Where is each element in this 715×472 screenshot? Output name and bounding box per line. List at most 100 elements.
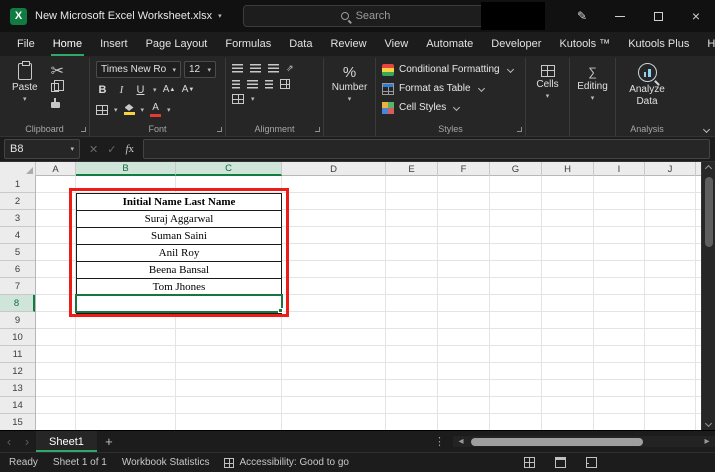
font-name-combo[interactable]: Times New Ro▾ xyxy=(96,61,181,78)
ribbon-tab-file[interactable]: File xyxy=(8,32,44,56)
close-button[interactable]: × xyxy=(677,0,715,32)
horizontal-scroll-thumb[interactable] xyxy=(471,438,643,446)
column-header-d[interactable]: D xyxy=(282,162,386,176)
horizontal-scrollbar[interactable]: ◂ ▸ xyxy=(453,436,715,447)
ribbon-tab-data[interactable]: Data xyxy=(280,32,321,56)
collapse-ribbon-icon[interactable] xyxy=(703,126,710,133)
cut-button[interactable]: ✂ xyxy=(51,64,64,77)
row-header-1[interactable]: 1 xyxy=(0,176,35,193)
analyze-data-button[interactable]: Analyze Data xyxy=(622,61,672,109)
sheet-options-icon[interactable]: ⋮ xyxy=(426,435,453,448)
row-header-9[interactable]: 9 xyxy=(0,312,35,329)
ribbon-tab-view[interactable]: View xyxy=(376,32,418,56)
row-header-4[interactable]: 4 xyxy=(0,227,35,244)
align-bottom-icon[interactable] xyxy=(268,64,279,73)
table-name-cell[interactable]: Beena Bansal xyxy=(77,262,281,279)
clipboard-dialog-launcher-icon[interactable] xyxy=(81,127,86,132)
underline-button[interactable]: U xyxy=(134,82,147,97)
next-sheet-icon[interactable]: › xyxy=(18,434,36,449)
enter-icon[interactable]: ✓ xyxy=(107,143,116,156)
name-box[interactable]: B8 ▾ xyxy=(4,139,80,159)
align-right-icon[interactable] xyxy=(265,80,273,89)
minimize-button[interactable] xyxy=(601,0,639,32)
sheet-tab-sheet1[interactable]: Sheet1 xyxy=(36,431,97,452)
wrap-text-icon[interactable] xyxy=(280,79,290,89)
page-break-view-icon[interactable] xyxy=(586,457,597,468)
row-header-7[interactable]: 7 xyxy=(0,278,35,295)
ribbon-tab-kutools[interactable]: Kutools ™ xyxy=(550,32,619,56)
column-header-a[interactable]: A xyxy=(36,162,76,176)
format-painter-button[interactable] xyxy=(51,98,64,111)
title-caret-icon[interactable]: ▾ xyxy=(218,12,222,20)
bold-button[interactable]: B xyxy=(96,82,109,97)
ribbon-tab-page-layout[interactable]: Page Layout xyxy=(137,32,217,56)
ribbon-tab-insert[interactable]: Insert xyxy=(91,32,137,56)
table-name-cell[interactable]: Anil Roy xyxy=(77,245,281,262)
cells-button[interactable]: Cells ▾ xyxy=(532,61,563,100)
row-header-8[interactable]: 8 xyxy=(0,295,35,312)
number-format-button[interactable]: % Number ▾ xyxy=(330,61,369,103)
align-left-icon[interactable] xyxy=(232,80,240,89)
format-as-table-button[interactable]: Format as Table xyxy=(382,80,519,97)
font-color-button[interactable]: A xyxy=(150,103,161,117)
align-center-icon[interactable] xyxy=(247,80,258,89)
paste-button[interactable]: Paste ▾ xyxy=(6,61,44,111)
increase-font-button[interactable]: A▲ xyxy=(163,82,176,97)
align-top-icon[interactable] xyxy=(232,64,243,73)
row-header-10[interactable]: 10 xyxy=(0,329,35,346)
copy-button[interactable] xyxy=(51,81,64,94)
row-header-3[interactable]: 3 xyxy=(0,210,35,227)
borders-icon[interactable] xyxy=(96,105,108,115)
formula-input[interactable] xyxy=(143,139,710,159)
cell-styles-button[interactable]: Cell Styles xyxy=(382,99,519,116)
alignment-dialog-launcher-icon[interactable] xyxy=(315,127,320,132)
ribbon-tab-developer[interactable]: Developer xyxy=(482,32,550,56)
table-header-cell[interactable]: Initial Name Last Name xyxy=(77,194,281,211)
borders-caret-icon[interactable]: ▾ xyxy=(114,106,118,114)
insert-function-icon[interactable]: fx xyxy=(125,143,134,155)
font-size-combo[interactable]: 12▾ xyxy=(184,61,216,78)
fill-handle[interactable] xyxy=(278,308,283,313)
row-header-5[interactable]: 5 xyxy=(0,244,35,261)
column-header-f[interactable]: F xyxy=(438,162,490,176)
normal-view-icon[interactable] xyxy=(524,457,535,468)
page-layout-view-icon[interactable] xyxy=(555,457,566,468)
column-header-c[interactable]: C xyxy=(176,162,282,176)
column-header-h[interactable]: H xyxy=(542,162,594,176)
table-name-cell[interactable]: Suraj Aggarwal xyxy=(77,211,281,228)
maximize-button[interactable] xyxy=(639,0,677,32)
column-header-i[interactable]: I xyxy=(594,162,645,176)
merge-caret-icon[interactable]: ▾ xyxy=(251,95,255,103)
row-header-12[interactable]: 12 xyxy=(0,363,35,380)
editing-button[interactable]: ∑ Editing ▾ xyxy=(576,61,609,102)
prev-sheet-icon[interactable]: ‹ xyxy=(0,434,18,449)
ribbon-tab-review[interactable]: Review xyxy=(321,32,375,56)
ribbon-tab-automate[interactable]: Automate xyxy=(417,32,482,56)
column-header-g[interactable]: G xyxy=(490,162,542,176)
font-dialog-launcher-icon[interactable] xyxy=(217,127,222,132)
row-header-14[interactable]: 14 xyxy=(0,397,35,414)
ribbon-tab-formulas[interactable]: Formulas xyxy=(216,32,280,56)
styles-dialog-launcher-icon[interactable] xyxy=(517,127,522,132)
vertical-scrollbar[interactable] xyxy=(701,162,715,430)
table-name-cell[interactable]: Suman Saini xyxy=(77,228,281,245)
ribbon-tab-help[interactable]: Help xyxy=(698,32,715,56)
scroll-right-icon[interactable]: ▸ xyxy=(699,436,715,447)
column-header-b[interactable]: B xyxy=(76,162,176,176)
conditional-formatting-button[interactable]: Conditional Formatting xyxy=(382,61,519,78)
search-box[interactable]: Search xyxy=(243,5,488,27)
row-header-11[interactable]: 11 xyxy=(0,346,35,363)
orientation-icon[interactable]: ⇗ xyxy=(286,63,294,74)
ribbon-tab-kutools-plus[interactable]: Kutools Plus xyxy=(619,32,698,56)
scroll-left-icon[interactable]: ◂ xyxy=(453,436,469,447)
scroll-down-icon[interactable] xyxy=(702,417,715,430)
row-header-15[interactable]: 15 xyxy=(0,414,35,430)
fill-color-button[interactable] xyxy=(124,104,135,115)
row-header-13[interactable]: 13 xyxy=(0,380,35,397)
column-header-j[interactable]: J xyxy=(645,162,696,176)
row-header-2[interactable]: 2 xyxy=(0,193,35,210)
worksheet-grid[interactable]: ABCDEFGHIJ123456789101112131415Initial N… xyxy=(0,162,701,430)
column-header-e[interactable]: E xyxy=(386,162,438,176)
italic-button[interactable]: I xyxy=(115,82,128,97)
decrease-font-button[interactable]: A▼ xyxy=(182,82,195,97)
